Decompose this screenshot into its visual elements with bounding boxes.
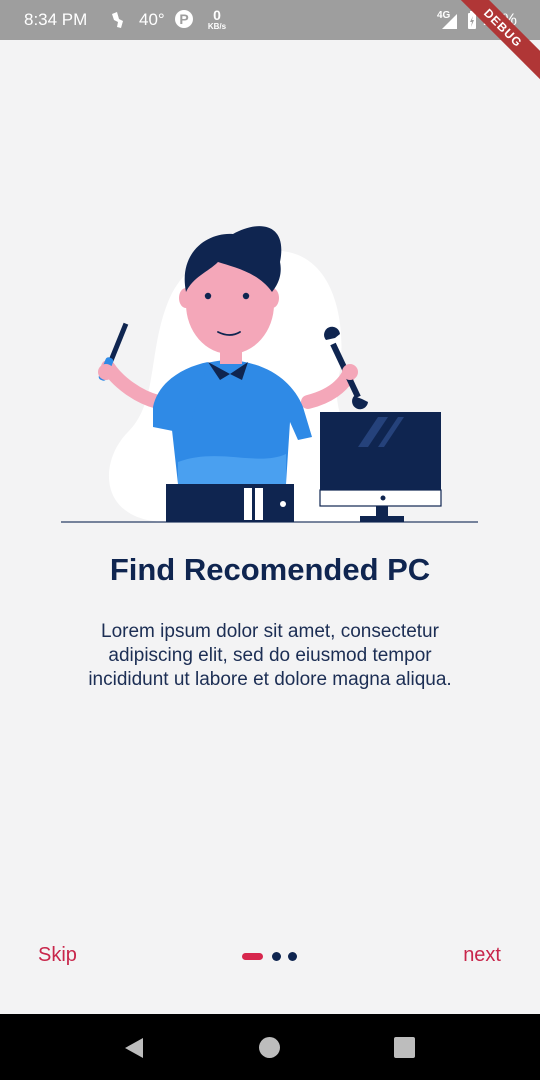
page-indicator — [242, 952, 302, 962]
back-icon[interactable] — [122, 1036, 146, 1065]
page-indicator-dot — [272, 952, 281, 961]
svg-text:P: P — [179, 11, 188, 27]
status-time: 8:34 PM — [24, 10, 88, 29]
onboarding-title: Find Recomended PC — [109, 552, 431, 587]
data-speed: 0 KB/s — [207, 7, 227, 31]
home-icon[interactable] — [258, 1036, 281, 1064]
status-temperature: 40° — [139, 10, 165, 29]
skip-button[interactable]: Skip — [38, 944, 77, 967]
onboarding-description: Lorem ipsum dolor sit amet, consectetur … — [88, 621, 452, 690]
next-button[interactable]: next — [463, 944, 501, 967]
onboarding-illustration — [58, 222, 482, 528]
hiking-icon — [108, 9, 130, 36]
recents-icon[interactable] — [393, 1036, 416, 1064]
navigation-bar — [0, 1014, 540, 1080]
status-bar: 8:34 PM 40° P 0 KB/s 4G 27% DEBUG — [0, 0, 540, 89]
parking-icon: P — [174, 8, 194, 35]
page-indicator-dot — [288, 952, 297, 961]
signal-icon — [440, 12, 458, 35]
page-indicator-dot-active — [242, 953, 263, 960]
